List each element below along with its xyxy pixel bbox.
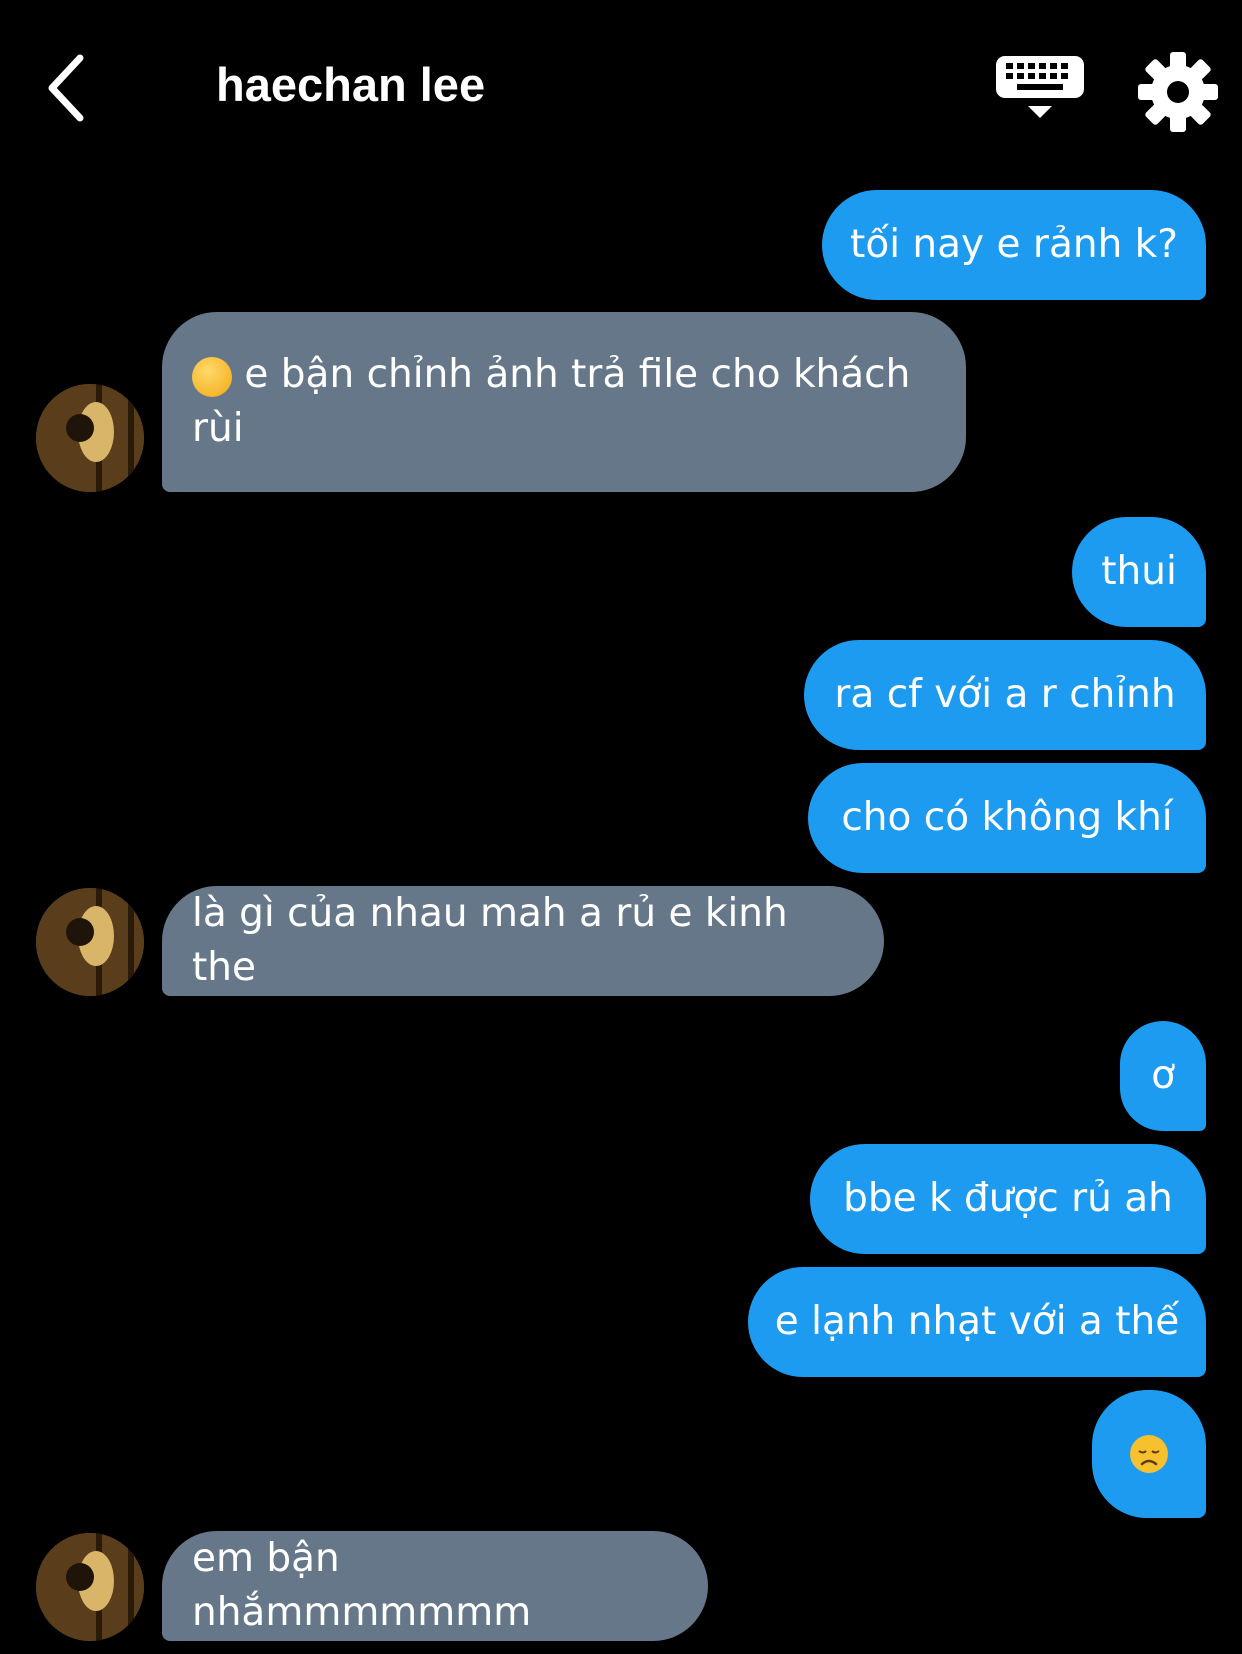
avatar-photo: [36, 1533, 144, 1641]
avatar[interactable]: [36, 1533, 144, 1641]
message-text: thui: [1101, 549, 1177, 594]
message-bubble-received[interactable]: e bận chỉnh ảnh trả file cho khách rùi: [162, 312, 966, 492]
message-bubble-received[interactable]: là gì của nhau mah a rủ e kinh the: [162, 886, 884, 996]
message-text: ơ: [1151, 1053, 1175, 1098]
message-bubble-sent[interactable]: cho có không khí: [808, 763, 1206, 873]
message-text: em bận nhắmmmmmmm: [192, 1536, 532, 1635]
message-text: e lạnh nhạt với a thế: [774, 1299, 1180, 1344]
message-text: là gì của nhau mah a rủ e kinh the: [192, 891, 788, 990]
conversation-title: haechan lee: [216, 58, 486, 111]
message-bubble-sent[interactable]: e lạnh nhạt với a thế: [748, 1267, 1206, 1377]
message-text: e bận chỉnh ảnh trả file cho khách rùi: [192, 352, 911, 451]
message-content: e bận chỉnh ảnh trả file cho khách rùi: [192, 348, 934, 456]
message-bubble-received[interactable]: em bận nhắmmmmmmm: [162, 1531, 708, 1641]
message-bubble-sent[interactable]: tối nay e rảnh k?: [822, 190, 1206, 300]
chevron-left-icon: [48, 54, 84, 122]
back-button[interactable]: [40, 48, 110, 128]
chat-header: haechan lee: [0, 0, 1242, 170]
message-text: cho có không khí: [841, 795, 1173, 840]
avatar-photo: [36, 888, 144, 996]
keyboard-icon: [996, 56, 1084, 118]
gear-icon: [1138, 52, 1218, 132]
pleading-face-emoji: [192, 356, 232, 397]
avatar[interactable]: [36, 384, 144, 492]
avatar-photo: [36, 384, 144, 492]
message-text: ra cf với a r chỉnh: [834, 672, 1176, 717]
disappointed-face-emoji: [1130, 1435, 1168, 1473]
message-bubble-sent[interactable]: ơ: [1120, 1021, 1206, 1131]
keyboard-button[interactable]: [992, 52, 1088, 122]
avatar[interactable]: [36, 888, 144, 996]
message-bubble-sent[interactable]: [1092, 1390, 1206, 1518]
message-bubble-sent[interactable]: ra cf với a r chỉnh: [804, 640, 1206, 750]
settings-button[interactable]: [1136, 50, 1220, 134]
message-bubble-sent[interactable]: thui: [1072, 517, 1206, 627]
message-bubble-sent[interactable]: bbe k được rủ ah: [810, 1144, 1206, 1254]
message-text: bbe k được rủ ah: [843, 1176, 1173, 1221]
message-text: tối nay e rảnh k?: [850, 222, 1178, 267]
